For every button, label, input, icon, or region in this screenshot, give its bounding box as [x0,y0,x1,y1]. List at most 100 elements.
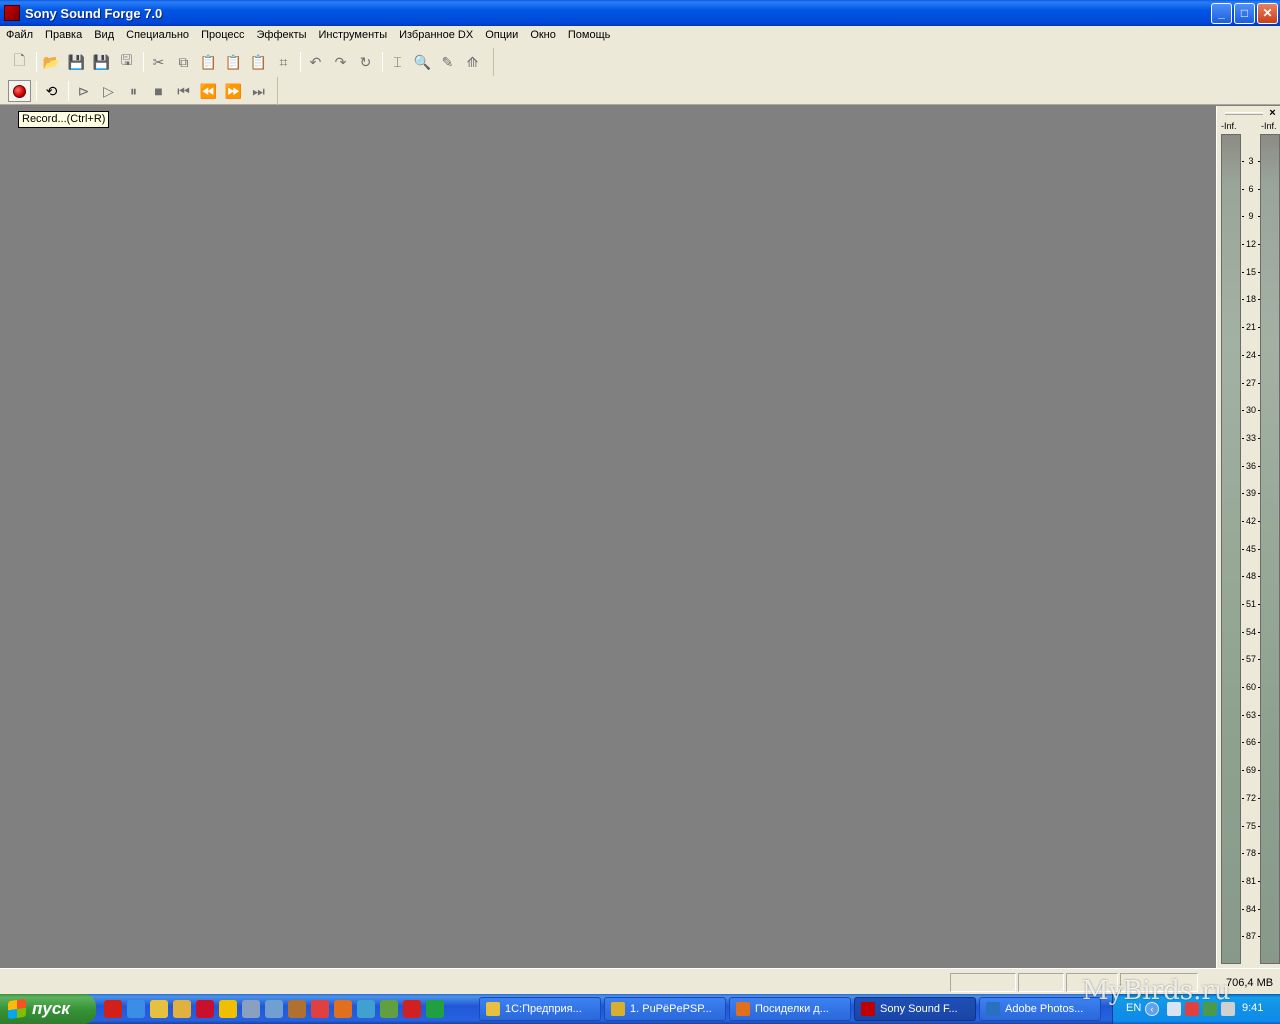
cut-icon: ✂ [152,53,165,70]
menu-item[interactable]: Специально [120,26,195,46]
app-icon-15[interactable] [426,1000,444,1018]
start-button[interactable]: пуск [0,994,96,1024]
meter-scale-label: 48 [1242,571,1260,581]
play-button[interactable]: ▷ [97,80,120,102]
meters-close-button[interactable]: × [1267,108,1278,119]
minimize-button[interactable]: _ [1211,3,1232,24]
meter-scale-label: 6 [1242,184,1260,194]
meter-scale-label: 66 [1242,737,1260,747]
taskbar-button-label: Sony Sound F... [880,1003,958,1015]
copy-button[interactable]: ⧉ [172,51,195,73]
envelope-tool-icon: ⟰ [466,53,479,70]
taskbar-button[interactable]: 1С:Предприя... [479,997,601,1021]
task-app-icon [986,1002,1000,1016]
record-icon [13,84,26,98]
save-all-button[interactable]: 🖫 [115,51,138,73]
menu-item[interactable]: Опции [479,26,524,46]
monitor-icon[interactable] [265,1000,283,1018]
meter-scale-label: 69 [1242,765,1260,775]
forward-icon: ⏩ [224,82,243,99]
app-icon-7[interactable] [242,1000,260,1018]
save-as-icon: 💾 [92,53,111,70]
crop-button[interactable]: ⌗ [272,51,295,73]
menu-item[interactable]: Окно [524,26,562,46]
new-file-icon: 🗋 [13,52,26,68]
menu-item[interactable]: Эффекты [251,26,313,46]
new-file-button[interactable]: 🗋 [8,51,31,73]
acrobat-icon[interactable] [196,1000,214,1018]
save-button[interactable]: 💾 [65,51,88,73]
play-all-button[interactable]: ⊳ [72,80,95,102]
meter-bar-left [1221,134,1241,964]
save-as-button[interactable]: 💾 [90,51,113,73]
maximize-button[interactable]: □ [1234,3,1255,24]
menu-bar: Файл Правка Вид Специально Процесс Эффекты Инс… [0,26,1280,46]
rewind-button[interactable]: ⏪ [197,80,220,102]
meter-scale-label: 60 [1242,682,1260,692]
forward-button[interactable]: ⏩ [222,80,245,102]
pause-button[interactable]: ⏸ [122,80,145,102]
workspace-area[interactable] [0,106,1216,968]
meter-scale-label: 3 [1242,156,1260,166]
close-button[interactable]: ✕ [1257,3,1278,24]
meter-scale-label: 12 [1242,239,1260,249]
pencil-tool-icon: ✎ [441,53,454,70]
target-icon[interactable] [311,1000,329,1018]
taskbar-button-label: Посиделки д... [755,1003,829,1015]
cut-button[interactable]: ✂ [147,51,170,73]
network-icon[interactable] [380,1000,398,1018]
menu-item[interactable]: Вид [88,26,120,46]
repeat-icon: ↻ [359,53,372,70]
edit-tool-button[interactable]: ⌶ [386,51,409,73]
panel-grip[interactable] [1225,112,1263,115]
mix-button[interactable]: 📋 [247,51,270,73]
ie-icon[interactable] [127,1000,145,1018]
taskbar-button[interactable]: Sony Sound F... [854,997,976,1021]
pencil-tool-button[interactable]: ✎ [436,51,459,73]
firefox-icon[interactable] [334,1000,352,1018]
title-bar[interactable]: Sony Sound Forge 7.0 _ □ ✕ [0,0,1280,26]
menu-item[interactable]: Избранное DX [393,26,479,46]
loop-icon: ⟲ [45,82,58,99]
menu-item[interactable]: Процесс [195,26,250,46]
paste-button[interactable]: 📋 [197,51,220,73]
open-icon: 📂 [42,53,61,70]
peak-right-label[interactable]: -Inf. [1261,121,1277,131]
open-button[interactable]: 📂 [40,51,63,73]
status-panel [950,973,1016,992]
redo-button[interactable]: ↷ [329,51,352,73]
taskbar-button[interactable]: Посиделки д... [729,997,851,1021]
sound-forge-app-icon[interactable] [4,5,20,21]
folder-icon[interactable] [173,1000,191,1018]
app-icon-12[interactable] [357,1000,375,1018]
pdf-icon[interactable] [403,1000,421,1018]
menu-item[interactable]: Правка [39,26,88,46]
meter-bar-right [1260,134,1280,964]
peak-left-label[interactable]: -Inf. [1221,121,1237,131]
toolbar-separator [300,52,301,72]
rewind-icon: ⏪ [199,82,218,99]
pause-icon: ⏸ [130,82,137,99]
tool-icon[interactable] [150,1000,168,1018]
start-label: пуск [32,999,70,1018]
play-icon: ▷ [103,82,114,99]
loop-button[interactable]: ⟲ [40,80,63,102]
undo-button[interactable]: ↶ [304,51,327,73]
clock-app-icon[interactable] [219,1000,237,1018]
go-to-end-button[interactable]: ⏭ [247,80,270,102]
clock[interactable]: 9:41 [1242,1002,1263,1014]
app-icon-9[interactable] [288,1000,306,1018]
taskbar-button[interactable]: 1. PuРёРeРЅР... [604,997,726,1021]
repeat-button[interactable]: ↻ [354,51,377,73]
opera-icon[interactable] [104,1000,122,1018]
paste-special-button[interactable]: 📋 [222,51,245,73]
menu-item[interactable]: Файл [0,26,39,46]
record-button[interactable] [8,80,31,102]
envelope-tool-button[interactable]: ⟰ [461,51,484,73]
menu-item[interactable]: Помощь [562,26,617,46]
menu-item[interactable]: Инструменты [313,26,394,46]
go-to-end-icon: ⏭ [252,82,265,99]
go-to-start-button[interactable]: ⏮ [172,80,195,102]
stop-button[interactable]: ■ [147,80,170,102]
magnify-tool-button[interactable]: 🔍 [411,51,434,73]
